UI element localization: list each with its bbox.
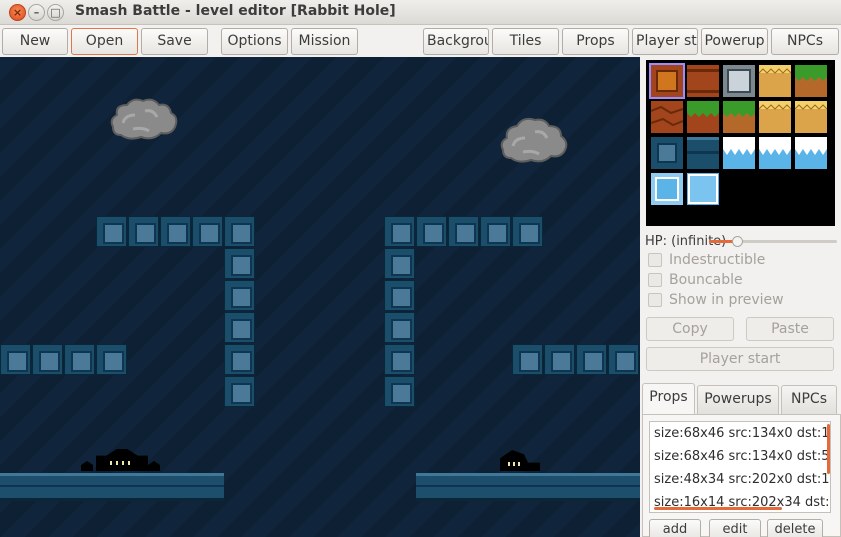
show-in-preview-checkbox[interactable]: [648, 293, 662, 307]
player-start-button[interactable]: Player start: [646, 347, 834, 371]
horizontal-scrollbar[interactable]: [654, 507, 782, 510]
level-block[interactable]: [448, 216, 479, 247]
hp-slider-track[interactable]: [735, 240, 837, 243]
show-in-preview-label: Show in preview: [669, 292, 784, 308]
ice-block-tile[interactable]: [651, 173, 683, 205]
props-list[interactable]: size:68x46 src:134x0 dst:1 size:68x46 sr…: [649, 421, 831, 513]
sand-tile-3[interactable]: [795, 101, 827, 133]
list-item[interactable]: size:68x46 src:134x0 dst:1: [650, 422, 830, 445]
house-sprite[interactable]: [148, 461, 160, 471]
add-button[interactable]: add: [649, 519, 701, 537]
ice-block-tile-2[interactable]: [687, 173, 719, 205]
level-block[interactable]: [160, 216, 191, 247]
brick-crate-tile[interactable]: [649, 63, 685, 99]
maximize-icon[interactable]: □: [47, 4, 64, 21]
tab-powerups-list[interactable]: Powerups: [697, 385, 779, 414]
level-block[interactable]: [512, 344, 543, 375]
level-block[interactable]: [384, 216, 415, 247]
minimize-icon[interactable]: –: [28, 4, 45, 21]
snow-tile[interactable]: [723, 137, 755, 169]
level-block[interactable]: [384, 344, 415, 375]
grass-rock-tile[interactable]: [687, 101, 719, 133]
level-block[interactable]: [224, 312, 255, 343]
tab-player-start[interactable]: Player st: [632, 28, 698, 55]
tab-npcs-list[interactable]: NPCs: [781, 385, 837, 414]
level-block[interactable]: [544, 344, 575, 375]
snow-tile-3[interactable]: [795, 137, 827, 169]
tab-powerups[interactable]: Powerup: [701, 28, 768, 55]
level-block[interactable]: [224, 280, 255, 311]
mission-button[interactable]: Mission: [291, 28, 358, 55]
close-icon[interactable]: ×: [9, 4, 26, 21]
blue-block-tile[interactable]: [651, 137, 683, 169]
bouncable-checkbox[interactable]: [648, 273, 662, 287]
level-block[interactable]: [96, 344, 127, 375]
blue-panel-tile[interactable]: [687, 137, 719, 169]
tab-background[interactable]: Backgrou: [423, 28, 489, 55]
tab-props[interactable]: Props: [562, 28, 629, 55]
level-block[interactable]: [512, 216, 543, 247]
new-button[interactable]: New: [2, 28, 68, 55]
save-button[interactable]: Save: [141, 28, 208, 55]
level-block[interactable]: [32, 344, 63, 375]
level-block[interactable]: [96, 216, 127, 247]
grass-tile-2[interactable]: [723, 101, 755, 133]
cloud-sprite[interactable]: [109, 97, 179, 141]
title-bar: × – □ Smash Battle - level editor [Rabbi…: [0, 0, 841, 25]
ground-platform[interactable]: [416, 473, 640, 501]
indestructible-label: Indestructible: [669, 252, 766, 268]
properties-panel: HP: (infinite) Indestructible Bouncable …: [640, 57, 841, 537]
level-block[interactable]: [128, 216, 159, 247]
house-sprite[interactable]: [500, 450, 540, 471]
level-block[interactable]: [384, 312, 415, 343]
paste-button[interactable]: Paste: [746, 317, 834, 341]
list-item[interactable]: size:48x34 src:202x0 dst:1: [650, 468, 830, 491]
bouncable-label: Bouncable: [669, 272, 743, 288]
level-block[interactable]: [384, 280, 415, 311]
vertical-scrollbar[interactable]: [827, 424, 830, 474]
sand-tile-2[interactable]: [759, 101, 791, 133]
grass-tile[interactable]: [795, 65, 827, 97]
hp-slider-handle[interactable]: [732, 236, 743, 247]
level-block[interactable]: [384, 248, 415, 279]
sand-tile[interactable]: [759, 65, 791, 97]
level-block[interactable]: [224, 344, 255, 375]
props-tab-content: size:68x46 src:134x0 dst:1 size:68x46 sr…: [642, 414, 841, 537]
house-sprite[interactable]: [81, 461, 93, 471]
level-block[interactable]: [480, 216, 511, 247]
list-item[interactable]: size:68x46 src:134x0 dst:5: [650, 445, 830, 468]
tab-props-list[interactable]: Props: [642, 383, 695, 414]
level-block[interactable]: [608, 344, 639, 375]
options-button[interactable]: Options: [221, 28, 288, 55]
rock-tile[interactable]: [651, 101, 683, 133]
level-block[interactable]: [192, 216, 223, 247]
tab-npcs[interactable]: NPCs: [771, 28, 839, 55]
steel-block-tile[interactable]: [723, 65, 755, 97]
tab-tiles[interactable]: Tiles: [492, 28, 559, 55]
level-block[interactable]: [384, 376, 415, 407]
level-block[interactable]: [0, 344, 31, 375]
level-block[interactable]: [224, 216, 255, 247]
level-block[interactable]: [224, 376, 255, 407]
cloud-sprite[interactable]: [499, 116, 569, 164]
copy-button[interactable]: Copy: [646, 317, 734, 341]
level-canvas[interactable]: [0, 57, 640, 537]
open-button[interactable]: Open: [71, 28, 138, 55]
snow-tile-2[interactable]: [759, 137, 791, 169]
level-block[interactable]: [576, 344, 607, 375]
edit-button[interactable]: edit: [709, 519, 761, 537]
window-title: Smash Battle - level editor [Rabbit Hole…: [75, 3, 396, 19]
level-block[interactable]: [416, 216, 447, 247]
brick-wall-tile[interactable]: [687, 65, 719, 97]
ground-platform[interactable]: [0, 473, 224, 501]
level-block[interactable]: [64, 344, 95, 375]
indestructible-checkbox[interactable]: [648, 253, 662, 267]
level-block[interactable]: [224, 248, 255, 279]
tile-palette[interactable]: [646, 60, 835, 226]
house-sprite[interactable]: [96, 449, 148, 471]
delete-button[interactable]: delete: [767, 519, 823, 537]
